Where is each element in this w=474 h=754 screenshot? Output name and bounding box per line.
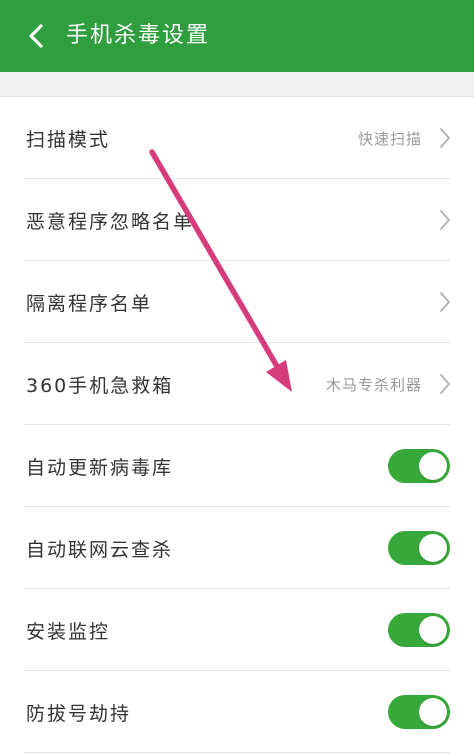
settings-list: 扫描模式 快速扫描 恶意程序忽略名单 隔离程序名单 360手机急救箱 木马专杀利… [0,96,474,754]
chevron-right-icon [438,290,452,314]
section-gap [0,72,474,96]
row-label: 自动更新病毒库 [26,456,174,479]
toggle-install-monitor[interactable] [388,613,450,647]
back-button[interactable] [24,16,48,56]
chevron-right-icon [438,208,452,232]
row-quarantine-list[interactable]: 隔离程序名单 [0,261,474,343]
row-scan-mode[interactable]: 扫描模式 快速扫描 [0,97,474,179]
toggle-knob [419,616,447,644]
row-first-aid-kit[interactable]: 360手机急救箱 木马专杀利器 [0,343,474,425]
row-label: 360手机急救箱 [26,374,174,397]
toggle-auto-update-virus-db[interactable] [388,449,450,483]
chevron-right-icon [438,372,452,396]
row-label: 扫描模式 [26,128,111,151]
row-label: 安装监控 [26,620,111,643]
chevron-left-icon [29,24,43,48]
row-anti-dial-hijack: 防拔号劫持 [0,671,474,753]
row-auto-update-virus-db: 自动更新病毒库 [0,425,474,507]
row-value: 木马专杀利器 [325,375,422,394]
app-header: 手机杀毒设置 [0,0,474,72]
toggle-knob [419,698,447,726]
row-label: 隔离程序名单 [26,292,153,315]
toggle-anti-dial-hijack[interactable] [388,695,450,729]
row-value: 快速扫描 [357,129,422,148]
toggle-knob [419,452,447,480]
toggle-auto-cloud-scan[interactable] [388,531,450,565]
chevron-right-icon [438,126,452,150]
row-label: 恶意程序忽略名单 [26,210,195,233]
row-install-monitor: 安装监控 [0,589,474,671]
row-label: 防拔号劫持 [26,702,132,725]
row-label: 自动联网云查杀 [26,538,174,561]
page-title: 手机杀毒设置 [66,23,211,48]
row-auto-cloud-scan: 自动联网云查杀 [0,507,474,589]
row-malware-ignore-list[interactable]: 恶意程序忽略名单 [0,179,474,261]
toggle-knob [419,534,447,562]
